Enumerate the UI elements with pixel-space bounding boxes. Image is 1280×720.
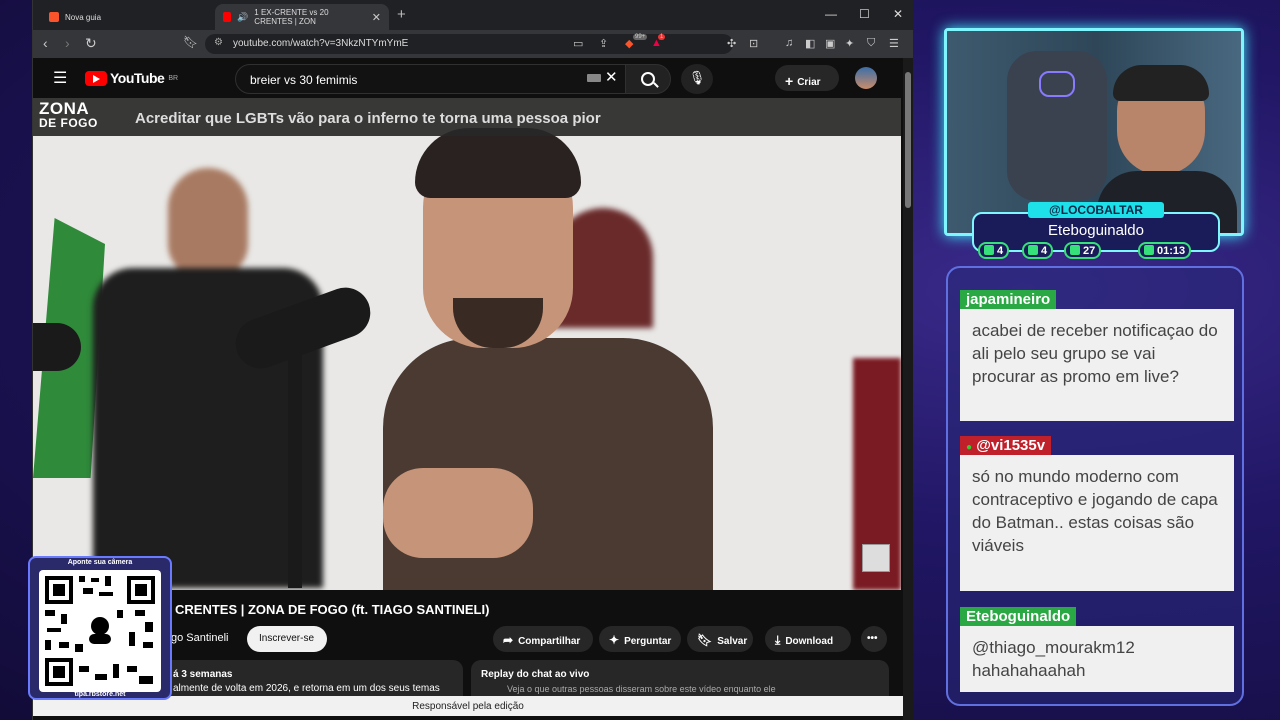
qr-url: tipa.rbstore.net <box>74 691 126 698</box>
tab-youtube[interactable]: 🔊 1 EX-CRENTE vs 20 CRENTES | ZON ✕ <box>215 4 389 30</box>
more-actions-button[interactable]: ••• <box>861 626 887 652</box>
close-tab-icon[interactable]: ✕ <box>372 11 381 24</box>
hamburger-menu-icon[interactable]: ☰ <box>53 68 67 88</box>
chat-username: Eteboguinaldo <box>960 607 1077 626</box>
mic-stand <box>288 348 302 588</box>
share-icon[interactable]: ⇪ <box>599 37 608 50</box>
ask-button[interactable]: ✦ Perguntar <box>599 626 681 652</box>
qr-label: Aponte sua câmera <box>67 559 133 566</box>
video-title: CRENTES | ZONA DE FOGO (ft. TIAGO SANTIN… <box>175 602 490 617</box>
vpn-icon[interactable]: ⛉ <box>867 37 875 50</box>
zona-de-fogo-logo: ZONA DE FOGO <box>39 99 98 130</box>
twitch-icon <box>984 245 994 255</box>
brave-icon <box>49 12 59 22</box>
subscribe-button[interactable]: Inscrever-se <box>247 626 327 652</box>
qr-code-panel: Aponte sua câmera tipa.rbstore.net <box>28 556 172 700</box>
forward-icon[interactable]: › <box>65 35 70 51</box>
cast-icon[interactable]: ▭ <box>573 37 583 50</box>
brave-badge: 99+ <box>633 34 648 40</box>
kick-icon <box>1070 245 1080 255</box>
channel-name[interactable]: go Santineli <box>171 632 229 644</box>
chat-message: Eteboguinaldo @thiago_mourakm12 hahahaha… <box>960 607 1234 692</box>
chair-logo <box>1039 71 1075 97</box>
reload-icon[interactable]: ↻ <box>85 35 97 52</box>
sidebar-icon[interactable]: ◧ <box>805 37 815 50</box>
chat-replay-title: Replay do chat ao vivo <box>481 669 590 680</box>
chat-username: japamineiro <box>960 290 1057 309</box>
microphone-icon: 🎙︎ <box>688 70 706 85</box>
maximize-icon[interactable]: ☐ <box>859 7 870 21</box>
twitch-count: 4 <box>978 242 1010 259</box>
keyboard-icon[interactable] <box>587 74 601 82</box>
avatar[interactable] <box>855 67 877 89</box>
screenshot-icon[interactable]: ⊡ <box>749 37 758 50</box>
voice-search-button[interactable]: 🎙︎ <box>681 64 713 94</box>
sparkle-icon: ✦ <box>609 633 620 647</box>
uptime: 01:13 <box>1138 242 1192 259</box>
leo-icon[interactable]: ✦ <box>845 37 854 50</box>
share-button[interactable]: ➦ Compartilhar <box>493 626 593 652</box>
extensions-icon[interactable]: ✣ <box>727 37 736 50</box>
minimize-icon[interactable]: — <box>825 7 837 21</box>
streamer-handle: @LOCOBALTAR <box>1028 202 1164 218</box>
back-icon[interactable]: ‹ <box>43 35 48 51</box>
download-icon: ⤓ <box>775 633 781 647</box>
qr-code-image <box>39 570 161 692</box>
youtube-play-icon <box>85 70 107 86</box>
chat-replay-subtitle: Veja o que outras pessoas disseram sobre… <box>507 684 776 694</box>
clear-search-icon[interactable]: ✕ <box>605 68 618 86</box>
channel-watermark[interactable] <box>862 544 890 572</box>
video-banner: ZONA DE FOGO Acreditar que LGBTs vão par… <box>33 98 901 136</box>
site-settings-icon[interactable]: ⚙ <box>214 37 223 48</box>
youtube-favicon-icon <box>223 12 232 22</box>
save-button[interactable]: 🔖︎ Salvar <box>687 626 753 652</box>
youtube-header: ☰ YouTube BR breier vs 30 femimis ✕ 🎙︎ +… <box>33 58 903 98</box>
video-player[interactable]: ZONA DE FOGO Acreditar que LGBTs vão par… <box>33 98 901 590</box>
flag-icon: ● <box>966 442 973 453</box>
chat-text: @thiago_mourakm12 hahahahaahah <box>960 626 1234 692</box>
url-text: youtube.com/watch?v=3NkzNTYmYmE <box>233 38 409 49</box>
new-tab-icon[interactable]: + <box>397 6 406 23</box>
scrollbar-thumb[interactable] <box>905 72 911 208</box>
banner-text: Acreditar que LGBTs vão para o inferno t… <box>135 110 601 127</box>
download-button[interactable]: ⤓ Download <box>765 626 851 652</box>
youtube-icon <box>1028 245 1038 255</box>
youtube-logo[interactable]: YouTube BR <box>85 70 178 86</box>
kick-count: 27 <box>1064 242 1102 259</box>
mic-left <box>33 323 81 371</box>
streamer-name: Eteboguinaldo <box>1048 222 1144 239</box>
create-button[interactable]: + Criar <box>775 65 839 91</box>
clock-icon <box>1144 245 1154 255</box>
tab-new[interactable]: Nova guia <box>41 4 211 30</box>
speaker-person <box>363 128 733 590</box>
media-icon[interactable]: ♫ <box>785 37 793 49</box>
chat-text: acabei de receber notificaçao do ali pel… <box>960 309 1234 421</box>
bookmark-icon[interactable]: 🔖︎ <box>183 35 198 49</box>
chat-message: ● @vi1535v só no mundo moderno com contr… <box>960 436 1234 591</box>
search-button[interactable] <box>625 64 671 94</box>
chat-text: só no mundo moderno com contraceptivo e … <box>960 455 1234 591</box>
close-window-icon[interactable]: ✕ <box>893 7 903 21</box>
tab-label: 1 EX-CRENTE vs 20 CRENTES | ZON <box>254 8 329 26</box>
bookmark-save-icon: 🔖︎ <box>697 633 713 647</box>
chat-message: japamineiro acabei de receber notificaça… <box>960 290 1234 421</box>
chat-username: ● @vi1535v <box>960 436 1052 455</box>
description-text: almente de volta em 2026, e retorna em u… <box>173 683 440 694</box>
region-code: BR <box>168 74 179 82</box>
youtube-count: 4 <box>1022 242 1054 259</box>
address-bar: ‹ › ↻ 🔖︎ ⚙ youtube.com/watch?v=3NkzNTYmY… <box>33 30 913 58</box>
plus-icon: + <box>785 73 794 89</box>
create-label: Criar <box>797 77 821 88</box>
wallet-icon[interactable]: ▣ <box>825 37 835 50</box>
share-arrow-icon: ➦ <box>503 633 514 647</box>
description-date: á 3 semanas <box>173 669 233 680</box>
tab-label: Nova guia <box>65 12 102 22</box>
scrollbar[interactable] <box>903 58 913 720</box>
brave-shields-icon[interactable]: ◆ <box>625 37 633 50</box>
youtube-logo-text: YouTube <box>110 70 165 86</box>
speaker-icon[interactable]: 🔊 <box>237 12 248 23</box>
menu-icon[interactable]: ☰ <box>889 37 899 50</box>
tab-bar: Nova guia 🔊 1 EX-CRENTE vs 20 CRENTES | … <box>33 0 913 30</box>
